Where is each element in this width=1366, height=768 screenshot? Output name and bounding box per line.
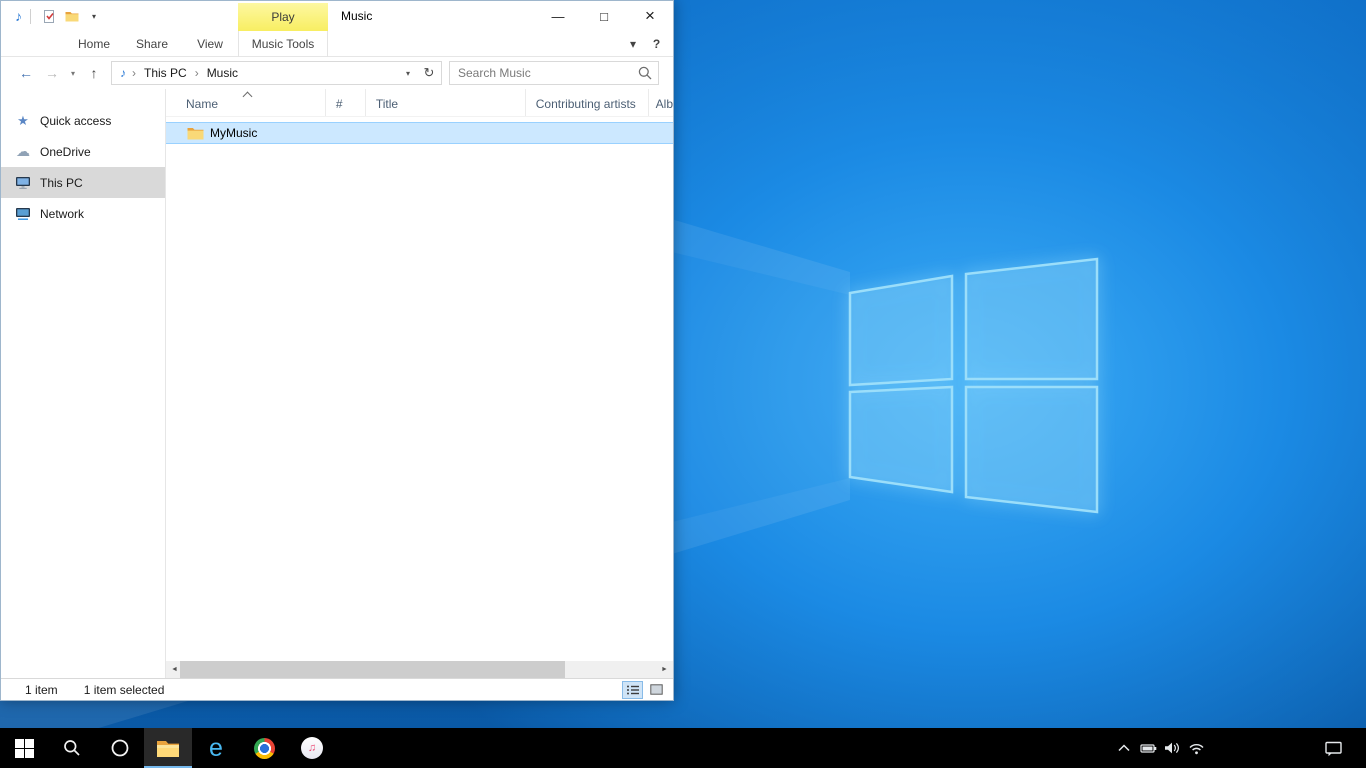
onedrive-cloud-icon: ☁	[14, 143, 32, 160]
start-button[interactable]	[0, 728, 48, 768]
sidebar-item-label: This PC	[40, 176, 83, 190]
window-title: Music	[341, 1, 372, 31]
internet-explorer-button[interactable]: e	[192, 728, 240, 768]
folder-icon	[187, 127, 204, 140]
action-center-button[interactable]	[1312, 728, 1354, 768]
ribbon-tab-bar: File Home Share View Music Tools ▾ ?	[1, 31, 673, 57]
file-list[interactable]: MyMusic	[166, 117, 673, 661]
taskbar: e ♫	[0, 728, 1366, 768]
search-icon	[63, 739, 81, 757]
scroll-right-arrow-icon[interactable]: ►	[656, 661, 673, 678]
location-music-icon: ♪	[120, 66, 126, 80]
search-box	[449, 61, 659, 85]
up-button[interactable]: ↑	[81, 60, 107, 86]
sidebar-item-label: Network	[40, 207, 84, 221]
itunes-icon: ♫	[301, 737, 323, 759]
qat-properties-icon[interactable]	[39, 5, 61, 27]
search-input[interactable]	[450, 66, 638, 80]
view-toggles	[622, 681, 667, 699]
search-icon	[638, 66, 652, 80]
status-bar: 1 item 1 item selected	[1, 678, 673, 700]
horizontal-scrollbar[interactable]: ◄ ►	[166, 661, 673, 678]
qat-customize-chevron-icon[interactable]: ▾	[83, 5, 105, 27]
taskbar-file-explorer-button[interactable]	[144, 728, 192, 768]
file-row-mymusic[interactable]: MyMusic	[166, 122, 673, 144]
qat-new-folder-icon[interactable]	[61, 5, 83, 27]
sidebar-item-network[interactable]: Network	[1, 198, 165, 229]
sidebar-item-label: OneDrive	[40, 145, 91, 159]
taskbar-search-button[interactable]	[48, 728, 96, 768]
minimize-button[interactable]: —	[535, 1, 581, 31]
items-count: 1 item	[25, 683, 58, 697]
breadcrumb-separator: ›	[195, 66, 199, 80]
file-explorer-folder-icon	[156, 739, 180, 758]
sort-ascending-icon	[243, 92, 253, 102]
network-icon	[14, 207, 32, 221]
column-header-contributing-artists[interactable]: Contributing artists	[526, 89, 649, 116]
file-list-panel: Name # Title Contributing artists Alb	[166, 89, 673, 678]
address-row: ← → ▾ ↑ ♪ › This PC › Music ▾ ↻	[1, 57, 673, 89]
tab-view[interactable]: View	[181, 31, 239, 56]
column-headers: Name # Title Contributing artists Alb	[166, 89, 673, 117]
sidebar-item-quick-access[interactable]: ★ Quick access	[1, 105, 165, 136]
sidebar-item-label: Quick access	[40, 114, 111, 128]
large-icons-view-button[interactable]	[646, 681, 667, 699]
selection-count: 1 item selected	[84, 683, 165, 697]
window-controls: — □ ×	[535, 1, 673, 31]
windows-logo-icon	[15, 739, 34, 758]
tab-share[interactable]: Share	[123, 31, 181, 56]
breadcrumb-this-pc[interactable]: This PC	[142, 66, 189, 80]
cortana-circle-icon	[110, 738, 130, 758]
column-header-number[interactable]: #	[326, 89, 366, 116]
battery-icon[interactable]	[1136, 728, 1160, 768]
tab-file[interactable]: File	[11, 31, 65, 56]
network-wifi-icon[interactable]	[1184, 728, 1208, 768]
chrome-button[interactable]	[240, 728, 288, 768]
action-center-icon	[1324, 740, 1343, 757]
back-button[interactable]: ←	[13, 60, 39, 86]
forward-button[interactable]: →	[39, 60, 65, 86]
navigation-pane: ★ Quick access ☁ OneDrive	[1, 89, 166, 678]
file-name: MyMusic	[210, 126, 257, 140]
breadcrumb-separator: ›	[132, 66, 136, 80]
details-view-button[interactable]	[622, 681, 643, 699]
breadcrumb-music[interactable]: Music	[205, 66, 240, 80]
cortana-button[interactable]	[96, 728, 144, 768]
address-bar[interactable]: ♪ › This PC › Music ▾ ↻	[111, 61, 442, 85]
internet-explorer-icon: e	[209, 736, 223, 761]
recent-locations-chevron-icon[interactable]: ▾	[65, 60, 81, 86]
ribbon-expand-chevron-icon[interactable]: ▾	[630, 37, 636, 51]
this-pc-monitor-icon	[14, 176, 32, 190]
chrome-icon	[254, 738, 275, 759]
scrollbar-thumb[interactable]	[180, 661, 565, 678]
address-dropdown-chevron-icon[interactable]: ▾	[399, 69, 417, 78]
column-header-title[interactable]: Title	[366, 89, 526, 116]
refresh-button[interactable]: ↻	[417, 65, 441, 81]
titlebar[interactable]: ♪ ▾ Play Music — □	[1, 1, 673, 31]
desktop: ♪ ▾ Play Music — □	[0, 0, 1366, 768]
sidebar-item-onedrive[interactable]: ☁ OneDrive	[1, 136, 165, 167]
speaker-icon[interactable]	[1160, 728, 1184, 768]
quick-access-star-icon: ★	[14, 113, 32, 129]
tab-home[interactable]: Home	[65, 31, 123, 56]
tab-music-tools[interactable]: Music Tools	[238, 31, 328, 57]
qat-divider	[30, 9, 31, 24]
maximize-button[interactable]: □	[581, 1, 627, 31]
itunes-button[interactable]: ♫	[288, 728, 336, 768]
system-tray	[1112, 728, 1208, 768]
column-header-album[interactable]: Alb	[649, 89, 673, 116]
contextual-group-play[interactable]: Play	[238, 3, 328, 31]
hidden-icons-chevron-icon[interactable]	[1112, 728, 1136, 768]
music-app-icon: ♪	[15, 8, 22, 24]
file-explorer-window: ♪ ▾ Play Music — □	[0, 0, 674, 701]
help-button[interactable]: ?	[648, 36, 665, 53]
column-header-name[interactable]: Name	[166, 89, 326, 116]
close-button[interactable]: ×	[627, 1, 673, 31]
sidebar-item-this-pc[interactable]: This PC	[1, 167, 165, 198]
explorer-main: ★ Quick access ☁ OneDrive	[1, 89, 673, 678]
